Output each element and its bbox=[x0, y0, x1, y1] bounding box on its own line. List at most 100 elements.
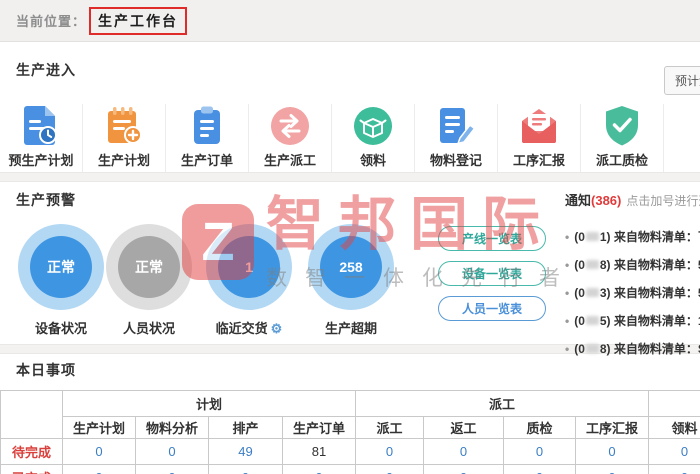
gauge-label: 生产超期 bbox=[325, 318, 377, 337]
production-workbench-page: 当前位置： 生产工作台 生产进入 预计划 预生产计划 生产计划 bbox=[0, 0, 700, 474]
cell-value[interactable]: 0 bbox=[576, 465, 649, 474]
production-line-list-button[interactable]: 产线一览表 bbox=[438, 226, 546, 251]
entry-item-material-register[interactable]: 物料登记 bbox=[415, 104, 498, 172]
cell-value[interactable]: 0 bbox=[649, 439, 700, 465]
cell-value[interactable]: 0 bbox=[504, 439, 576, 465]
cell-value[interactable]: 0 bbox=[424, 465, 504, 474]
today-items-table: 计划 派工 生产计划 物料分析 排产 生产订单 派工 返工 质检 工序汇报 领料… bbox=[0, 390, 700, 474]
today-items-section: 本日事项 计划 派工 生产计划 物料分析 排产 生产订单 派工 返工 质检 工序… bbox=[0, 354, 700, 474]
cell-value[interactable]: 0 bbox=[356, 439, 424, 465]
table-row-completed: 已完成 0 0 0 0 0 0 0 0 0 bbox=[1, 465, 700, 474]
document-clock-icon bbox=[21, 104, 61, 148]
gauge-ring: 1 bbox=[206, 224, 292, 310]
entry-item-production-plan[interactable]: 生产计划 bbox=[83, 104, 166, 172]
entry-item-label: 物料登记 bbox=[430, 150, 482, 169]
breadcrumb-label: 当前位置： bbox=[16, 11, 86, 30]
cell-value[interactable]: 0 bbox=[136, 465, 209, 474]
gauge-value[interactable]: 正常 bbox=[118, 236, 180, 298]
redacted-text bbox=[586, 344, 599, 353]
cell-value[interactable]: 0 bbox=[63, 465, 136, 474]
row-label: 待完成 bbox=[1, 439, 63, 465]
column-header: 生产计划 bbox=[63, 417, 136, 439]
document-edit-icon bbox=[435, 104, 477, 148]
gear-icon[interactable]: ⚙ bbox=[271, 321, 283, 336]
preplan-button[interactable]: 预计划 bbox=[664, 66, 700, 95]
notifications-title: 通知 bbox=[565, 193, 591, 208]
notifications-list: •(01) 来自物料清单：飞 •(08) 来自物料清单：55 •(03) 来自物… bbox=[565, 223, 700, 363]
redacted-text bbox=[586, 316, 599, 325]
transfer-arrows-icon bbox=[268, 104, 312, 148]
entry-item-process-report[interactable]: 工序汇报 bbox=[498, 104, 581, 172]
entry-icon-row: 预生产计划 生产计划 生产订单 生产派工 bbox=[0, 104, 700, 172]
notifications-header: 通知(386)点击加号进行通知 bbox=[565, 190, 700, 209]
production-entry-title: 生产进入 bbox=[16, 62, 76, 78]
entry-item-dispatch-qc[interactable]: 派工质检 bbox=[581, 104, 664, 172]
entry-item-preproduction-plan[interactable]: 预生产计划 bbox=[0, 104, 83, 172]
bullet-icon: • bbox=[565, 314, 569, 328]
notification-item[interactable]: •(03) 来自物料清单：55 bbox=[565, 279, 700, 307]
column-header: 返工 bbox=[424, 417, 504, 439]
notification-item[interactable]: •(08) 来自物料清单：Su bbox=[565, 335, 700, 363]
entry-item-label: 工序汇报 bbox=[513, 150, 565, 169]
cell-value[interactable]: 0 bbox=[356, 465, 424, 474]
gauge-near-delivery: 1 临近交货⚙ bbox=[206, 224, 292, 337]
overview-buttons: 产线一览表 设备一览表 人员一览表 bbox=[438, 226, 546, 331]
cell-value[interactable]: 0 bbox=[136, 439, 209, 465]
entry-item-label: 领料 bbox=[360, 150, 386, 169]
row-label: 已完成 bbox=[1, 465, 63, 474]
column-header: 工序汇报 bbox=[576, 417, 649, 439]
section-divider bbox=[0, 172, 700, 182]
bullet-icon: • bbox=[565, 258, 569, 272]
entry-item-label: 生产订单 bbox=[181, 150, 233, 169]
bullet-icon: • bbox=[565, 286, 569, 300]
gauge-value[interactable]: 1 bbox=[218, 236, 280, 298]
envelope-report-icon bbox=[518, 104, 560, 148]
column-header: 排产 bbox=[209, 417, 283, 439]
cell-value[interactable]: 0 bbox=[504, 465, 576, 474]
entry-item-cutoff bbox=[664, 104, 700, 172]
entry-item-label: 生产计划 bbox=[98, 150, 150, 169]
cell-value[interactable]: 0 bbox=[283, 465, 356, 474]
gauge-staff-status: 正常 人员状况 bbox=[106, 224, 192, 337]
notifications-count: (386) bbox=[591, 193, 621, 208]
clipboard-icon bbox=[187, 104, 227, 148]
group-header-dispatch: 派工 bbox=[356, 391, 649, 417]
cell-value[interactable]: 0 bbox=[424, 439, 504, 465]
notification-item[interactable]: •(08) 来自物料清单：55 bbox=[565, 251, 700, 279]
gauge-value[interactable]: 正常 bbox=[30, 236, 92, 298]
notepad-plus-icon bbox=[104, 104, 144, 148]
column-header: 物料分析 bbox=[136, 417, 209, 439]
entry-item-label: 生产派工 bbox=[264, 150, 316, 169]
entry-item-production-dispatch[interactable]: 生产派工 bbox=[249, 104, 332, 172]
cell-value[interactable]: 0 bbox=[649, 465, 700, 474]
cell-value[interactable]: 0 bbox=[209, 465, 283, 474]
shield-check-icon bbox=[602, 104, 642, 148]
table-corner-cell bbox=[1, 391, 63, 439]
gauge-label: 设备状况 bbox=[35, 318, 87, 337]
column-header: 领料 bbox=[649, 417, 700, 439]
cell-value[interactable]: 81 bbox=[283, 439, 356, 465]
today-items-title: 本日事项 bbox=[16, 362, 76, 378]
gauge-value[interactable]: 258 bbox=[320, 236, 382, 298]
notification-item[interactable]: •(01) 来自物料清单：飞 bbox=[565, 223, 700, 251]
gauge-ring: 正常 bbox=[18, 224, 104, 310]
redacted-text bbox=[586, 260, 599, 269]
entry-item-label: 预生产计划 bbox=[8, 150, 73, 169]
equipment-list-button[interactable]: 设备一览表 bbox=[438, 261, 546, 286]
redacted-text bbox=[586, 232, 599, 241]
staff-list-button[interactable]: 人员一览表 bbox=[438, 296, 546, 321]
production-warning-title: 生产预警 bbox=[16, 192, 76, 208]
cell-value[interactable]: 0 bbox=[63, 439, 136, 465]
column-header: 生产订单 bbox=[283, 417, 356, 439]
entry-item-material-request[interactable]: 领料 bbox=[332, 104, 415, 172]
breadcrumb-bar: 当前位置： 生产工作台 bbox=[0, 0, 700, 42]
column-header: 质检 bbox=[504, 417, 576, 439]
cell-value[interactable]: 49 bbox=[209, 439, 283, 465]
gauge-ring: 正常 bbox=[106, 224, 192, 310]
redacted-text bbox=[586, 288, 599, 297]
cell-value[interactable]: 0 bbox=[576, 439, 649, 465]
notification-item[interactable]: •(05) 来自物料清单：1/ bbox=[565, 307, 700, 335]
entry-item-production-order[interactable]: 生产订单 bbox=[166, 104, 249, 172]
notifications-panel: 通知(386)点击加号进行通知 •(01) 来自物料清单：飞 •(08) 来自物… bbox=[565, 190, 700, 363]
production-entry-section: 生产进入 预计划 预生产计划 生产计划 生产订单 bbox=[0, 42, 700, 172]
